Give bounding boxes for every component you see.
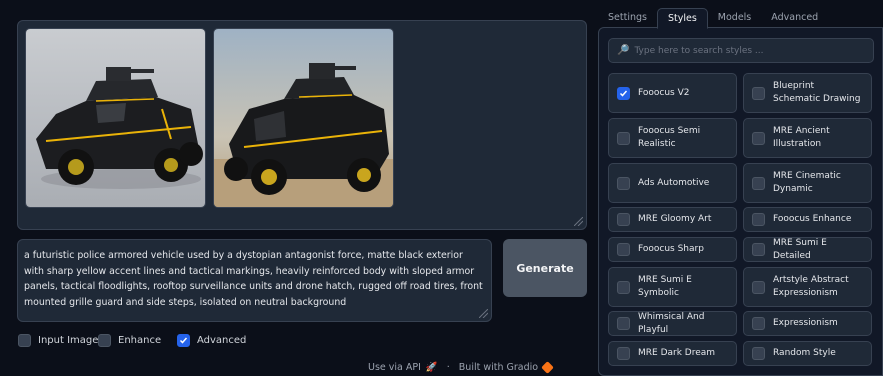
style-checkbox[interactable] (617, 176, 630, 190)
style-label: Random Style (773, 348, 836, 358)
gallery-image-2[interactable] (213, 28, 394, 208)
style-label: Blueprint Schematic Drawing (773, 81, 861, 104)
style-label: Whimsical And Playful (638, 311, 705, 335)
style-option[interactable]: MRE Gloomy Art (608, 207, 737, 232)
tab-settings[interactable]: Settings (598, 8, 657, 29)
footer-separator: · (446, 362, 450, 373)
style-checkbox[interactable] (752, 243, 765, 256)
style-option[interactable]: MRE Dark Dream (608, 341, 737, 366)
style-checkbox[interactable] (752, 280, 765, 294)
style-label: Fooocus Semi Realistic (638, 126, 701, 149)
style-option[interactable]: MRE Cinematic Dynamic (743, 163, 872, 203)
style-checkbox[interactable] (617, 280, 630, 294)
search-icon: 🔎 (617, 45, 630, 56)
style-label: Fooocus V2 (638, 87, 690, 98)
advanced-checkbox[interactable] (177, 334, 190, 347)
style-checkbox[interactable] (617, 86, 630, 100)
prompt-text: a futuristic police armored vehicle used… (24, 250, 483, 308)
image-gallery (17, 20, 587, 230)
style-checkbox[interactable] (752, 176, 765, 190)
gallery-image-1[interactable] (25, 28, 206, 208)
style-checkbox[interactable] (752, 131, 765, 145)
style-option[interactable]: MRE Ancient Illustration (743, 118, 872, 158)
enhance-checkbox[interactable] (98, 334, 111, 347)
check-icon (179, 337, 188, 344)
style-checkbox[interactable] (617, 317, 630, 330)
advanced-label: Advanced (197, 335, 247, 346)
style-label: Fooocus Sharp (638, 244, 704, 254)
style-search-input[interactable] (634, 45, 865, 56)
tab-bar: Settings Styles Models Advanced (598, 8, 828, 29)
style-option[interactable]: MRE Sumi E Symbolic (608, 267, 737, 307)
style-option[interactable]: Artstyle Abstract Expressionism (743, 267, 872, 307)
style-label: MRE Sumi E Symbolic (638, 275, 692, 298)
style-checkbox[interactable] (752, 347, 765, 360)
enhance-option[interactable]: Enhance (98, 334, 161, 347)
style-checkbox[interactable] (752, 317, 765, 330)
tab-styles[interactable]: Styles (656, 8, 708, 29)
prompt-textarea[interactable]: a futuristic police armored vehicle used… (17, 239, 492, 322)
style-label: MRE Dark Dream (638, 348, 716, 358)
style-checkbox[interactable] (617, 213, 630, 226)
style-option[interactable]: Fooocus Sharp (608, 237, 737, 262)
tab-advanced[interactable]: Advanced (761, 8, 828, 29)
style-option[interactable]: Whimsical And Playful (608, 311, 737, 336)
style-label: MRE Cinematic Dynamic (773, 171, 841, 194)
check-icon (619, 90, 628, 97)
style-label: Artstyle Abstract Expressionism (773, 275, 849, 298)
style-option[interactable]: Fooocus Semi Realistic (608, 118, 737, 158)
resize-handle-icon[interactable] (479, 309, 488, 318)
style-label: MRE Sumi E Detailed (773, 237, 827, 261)
style-search-box[interactable]: 🔎 (608, 38, 874, 63)
style-option[interactable]: Fooocus V2 (608, 73, 737, 113)
style-checkbox[interactable] (752, 213, 765, 226)
style-label: MRE Ancient Illustration (773, 126, 830, 149)
style-label: MRE Gloomy Art (638, 214, 712, 224)
style-label: Expressionism (773, 318, 838, 328)
resize-handle-icon[interactable] (574, 217, 583, 226)
tab-models[interactable]: Models (708, 8, 761, 29)
style-checkbox[interactable] (617, 131, 630, 145)
gradio-logo-icon (541, 361, 554, 374)
input-image-label: Input Image (38, 335, 99, 346)
style-checkbox[interactable] (752, 86, 765, 100)
style-option[interactable]: MRE Sumi E Detailed (743, 237, 872, 262)
generate-button[interactable]: Generate (503, 239, 587, 297)
style-option[interactable]: Fooocus Enhance (743, 207, 872, 232)
style-option[interactable]: Expressionism (743, 311, 872, 336)
built-with-gradio-link[interactable]: Built with Gradio (459, 362, 538, 373)
input-image-option[interactable]: Input Image (18, 334, 98, 347)
advanced-option[interactable]: Advanced (177, 334, 246, 347)
rocket-icon: 🚀 (425, 362, 438, 373)
input-image-checkbox[interactable] (18, 334, 31, 347)
footer: Use via API 🚀 · Built with Gradio (368, 361, 554, 374)
style-label: Fooocus Enhance (773, 214, 852, 224)
enhance-label: Enhance (118, 335, 162, 346)
style-label: Ads Automotive (638, 177, 710, 188)
style-checkbox[interactable] (617, 347, 630, 360)
style-option[interactable]: Random Style (743, 341, 872, 366)
style-checkbox[interactable] (617, 243, 630, 256)
use-via-api-link[interactable]: Use via API (368, 362, 421, 373)
style-option[interactable]: Blueprint Schematic Drawing (743, 73, 872, 113)
style-option[interactable]: Ads Automotive (608, 163, 737, 203)
